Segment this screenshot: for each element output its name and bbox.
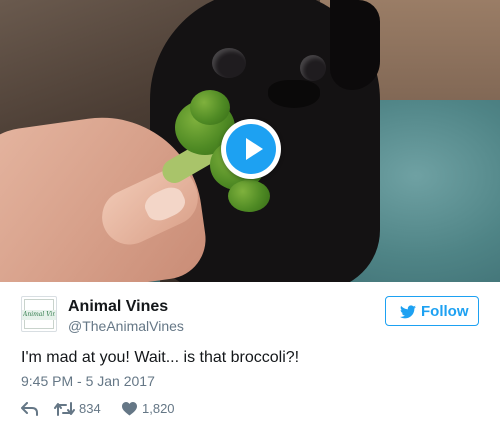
pug-eye-left xyxy=(212,48,246,78)
heart-icon xyxy=(122,402,137,416)
like-button[interactable]: 1,820 xyxy=(122,400,192,418)
like-count: 1,820 xyxy=(142,401,175,416)
pug-eye-right xyxy=(300,55,326,81)
tweet-timestamp[interactable]: 9:45 PM - 5 Jan 2017 xyxy=(21,373,155,389)
twitter-bird-icon xyxy=(400,305,416,319)
reply-button[interactable] xyxy=(21,400,41,418)
author-display-name[interactable]: Animal Vines xyxy=(68,298,168,316)
avatar-logo-text: Animal Vines xyxy=(23,311,55,318)
pug-nose xyxy=(268,80,320,108)
broccoli-floret xyxy=(190,90,230,125)
reply-icon xyxy=(21,402,38,416)
play-button[interactable] xyxy=(221,119,281,179)
pug-ear xyxy=(330,0,380,90)
tweet-card: Animal Vines Animal Vines @TheAnimalVine… xyxy=(0,0,500,434)
author-handle[interactable]: @TheAnimalVines xyxy=(68,318,184,334)
follow-label: Follow xyxy=(421,303,469,320)
broccoli-floret xyxy=(228,180,270,212)
avatar[interactable]: Animal Vines xyxy=(21,296,57,332)
follow-button[interactable]: Follow xyxy=(385,296,479,326)
retweet-button[interactable]: 834 xyxy=(54,400,114,418)
play-button-circle xyxy=(226,124,276,174)
video-thumbnail[interactable] xyxy=(0,0,500,282)
retweet-icon xyxy=(54,402,75,416)
retweet-count: 834 xyxy=(79,401,101,416)
play-icon xyxy=(246,138,263,160)
tweet-text: I'm mad at you! Wait... is that broccoli… xyxy=(21,349,300,366)
